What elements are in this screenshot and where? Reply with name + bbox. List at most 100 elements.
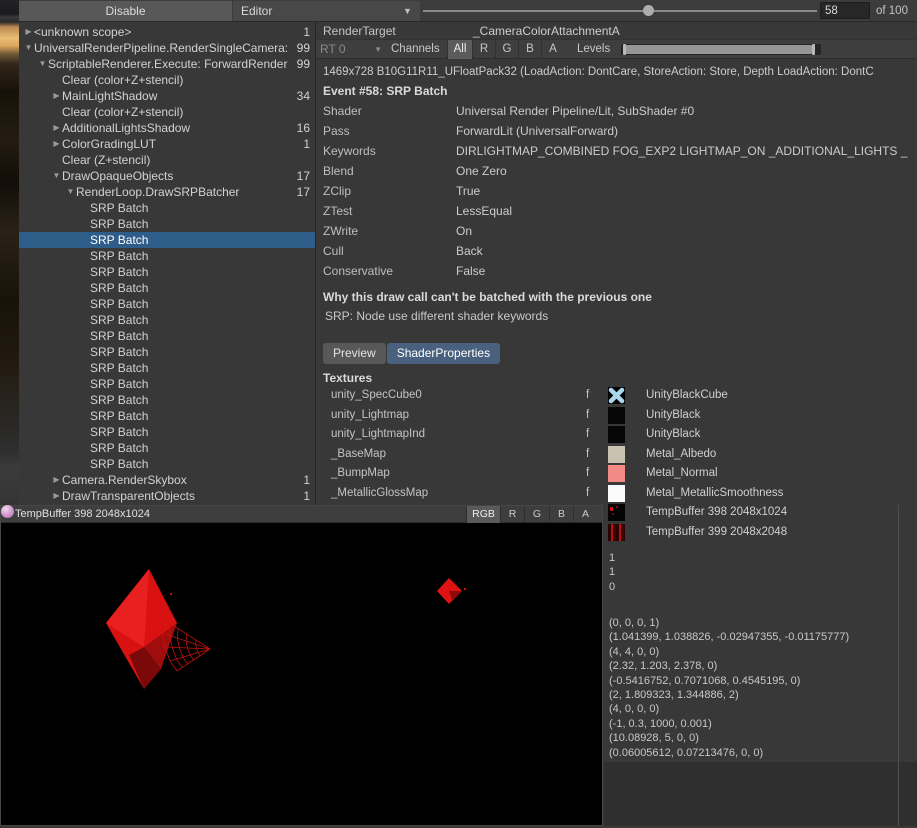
tree-item[interactable]: SRP Batch [19,296,315,312]
vector-value: (2.32, 1.203, 2.378, 0) [609,659,849,673]
texture-filter-flag[interactable]: f [586,406,589,426]
event-tree: ▶<unknown scope>1▼UniversalRenderPipelin… [19,22,315,505]
tree-item[interactable]: SRP Batch [19,280,315,296]
tree-item[interactable]: ▶MainLightShadow34 [19,88,315,104]
tree-item[interactable]: SRP Batch [19,216,315,232]
vector-value: (4, 0, 0, 0) [609,702,849,716]
tree-item[interactable]: ▶DrawTransparentObjects1 [19,488,315,504]
levels-slider[interactable] [621,44,821,55]
property-name: Keywords [323,141,376,161]
tree-item[interactable]: ▶<unknown scope>1 [19,24,315,40]
editor-target-dropdown[interactable]: Editor ▼ [233,1,420,21]
tree-item[interactable]: SRP Batch [19,232,315,248]
panel-footer [604,762,917,826]
tree-item[interactable]: ▼ScriptableRenderer.Execute: ForwardRend… [19,56,315,72]
preview-channel-button-rgb[interactable]: RGB [466,506,500,523]
vector-value: (-0.5416752, 0.7071068, 0.4545195, 0) [609,674,849,688]
tree-item[interactable]: SRP Batch [19,376,315,392]
tree-item[interactable]: ▼RenderLoop.DrawSRPBatcher17 [19,184,315,200]
chevron-right-icon[interactable]: ▶ [51,120,62,136]
chevron-down-icon[interactable]: ▼ [51,168,62,184]
texture-row[interactable]: _MetallicGlossMap f Metal_MetallicSmoothne… [316,484,917,504]
tab-shaderproperties[interactable]: ShaderProperties [387,343,500,364]
texture-property-name: _MetallicGlossMap [331,484,428,504]
vector-value: (4, 4, 0, 0) [609,645,849,659]
chevron-right-icon[interactable]: ▶ [51,136,62,152]
rt-dropdown[interactable]: RT 0 ▼ [320,40,384,59]
tree-item[interactable]: SRP Batch [19,328,315,344]
texture-filter-flag[interactable]: f [586,464,589,484]
tree-item[interactable]: SRP Batch [19,408,315,424]
tree-item[interactable]: SRP Batch [19,424,315,440]
tree-item[interactable]: SRP Batch [19,360,315,376]
channel-button-a[interactable]: A [541,40,564,59]
tab-preview[interactable]: Preview [323,343,386,364]
texture-filter-flag[interactable]: f [586,386,589,406]
texture-row[interactable]: unity_LightmapfUnityBlack [316,406,917,426]
tree-item[interactable]: ▶AdditionalLightsShadow16 [19,120,315,136]
render-target-label: RenderTarget [323,22,396,40]
channel-button-b[interactable]: B [518,40,541,59]
chevron-right-icon[interactable]: ▶ [51,472,62,488]
event-slider-track[interactable] [423,10,817,12]
render-preview-image [1,523,602,825]
levels-slider-max-handle[interactable] [812,44,815,55]
tree-item[interactable]: SRP Batch [19,248,315,264]
tree-item-count: 99 [297,56,310,72]
tree-item[interactable]: SRP Batch [19,200,315,216]
tree-item[interactable]: SRP Batch [19,456,315,472]
textures-header: Textures [323,371,372,385]
event-property-row: KeywordsDIRLIGHTMAP_COMBINED FOG_EXP2 LI… [316,141,917,161]
render-target-row: RenderTarget _CameraColorAttachmentA [316,22,917,40]
texture-row[interactable]: _BumpMapfMetal_Normal [316,464,917,484]
channel-button-r[interactable]: R [472,40,495,59]
levels-slider-min-handle[interactable] [623,44,626,55]
preview-channel-button-b[interactable]: B [549,506,573,523]
texture-row[interactable]: unity_SpecCube0fUnityBlackCube [316,386,917,406]
tree-item[interactable]: ▼DrawOpaqueObjects17 [19,168,315,184]
tree-item[interactable]: Clear (color+Z+stencil) [19,72,315,88]
tree-item[interactable]: SRP Batch [19,440,315,456]
chevron-right-icon[interactable]: ▶ [23,24,34,40]
preview-channel-button-r[interactable]: R [500,506,524,523]
tree-item[interactable]: SRP Batch [19,392,315,408]
channels-label: Channels [391,40,440,59]
chevron-down-icon[interactable]: ▼ [23,40,34,56]
texture-thumbnail-temp398 [608,504,625,521]
texture-filter-flag[interactable]: f [586,484,589,504]
disable-button[interactable]: Disable [19,1,232,21]
tree-item[interactable]: ▶Camera.RenderSkybox1 [19,472,315,488]
texture-name: Metal_MetallicSmoothness [646,484,783,504]
tree-item[interactable]: Clear (Z+stencil) [19,152,315,168]
texture-filter-flag[interactable]: f [586,425,589,445]
event-slider[interactable] [423,0,817,22]
chevron-right-icon[interactable]: ▶ [51,488,62,504]
event-number-field[interactable] [820,2,870,19]
chevron-right-icon[interactable]: ▶ [51,88,62,104]
tree-item[interactable]: SRP Batch [19,312,315,328]
tree-item[interactable]: Clear (color+Z+stencil) [19,104,315,120]
tree-item-label: Clear (color+Z+stencil) [62,73,183,87]
texture-row[interactable]: _BaseMapfMetal_Albedo [316,445,917,465]
channel-button-all[interactable]: All [447,40,472,59]
texture-preview-canvas[interactable] [1,523,602,825]
channel-button-g[interactable]: G [495,40,518,59]
tree-item[interactable]: SRP Batch [19,264,315,280]
preview-channel-button-g[interactable]: G [524,506,549,523]
scrollbar-divider[interactable] [898,505,899,826]
tree-item-count: 1 [303,488,310,504]
tree-item[interactable]: ▶ColorGradingLUT1 [19,136,315,152]
preview-title-bar[interactable]: TempBuffer 398 2048x1024 RGBRGBA [1,506,602,523]
texture-filter-flag[interactable]: f [586,445,589,465]
preview-channel-button-a[interactable]: A [573,506,597,523]
texture-row[interactable]: unity_LightmapIndfUnityBlack [316,425,917,445]
tree-item-label: SRP Batch [90,233,148,247]
event-slider-handle[interactable] [643,5,654,16]
tree-item[interactable]: SRP Batch [19,344,315,360]
tree-item[interactable]: ▼UniversalRenderPipeline.RenderSingleCam… [19,40,315,56]
chevron-down-icon[interactable]: ▼ [37,56,48,72]
texture-property-name: unity_LightmapInd [331,425,425,445]
tree-item-count: 1 [303,24,310,40]
chevron-down-icon[interactable]: ▼ [65,184,76,200]
tree-item-label: DrawOpaqueObjects [62,169,173,183]
